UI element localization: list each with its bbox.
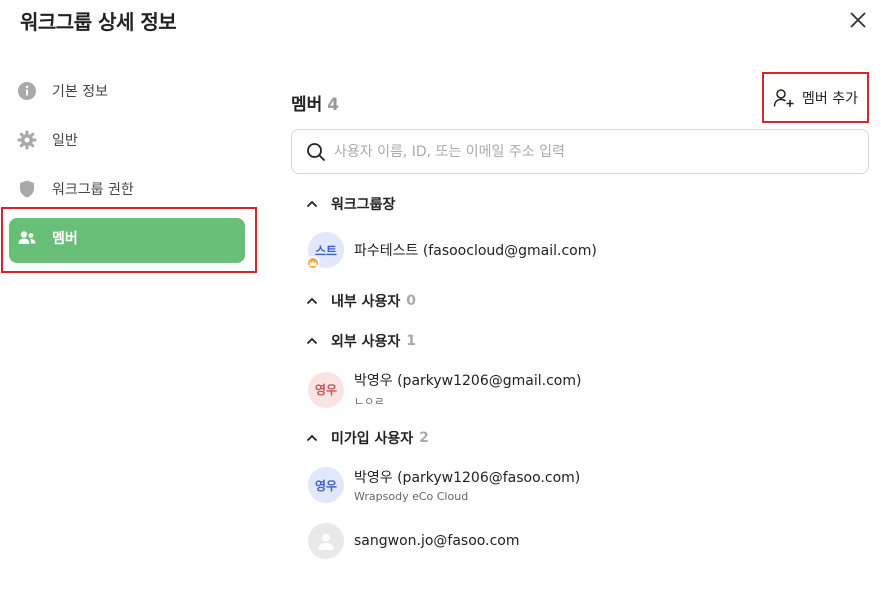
add-member-button[interactable]: 멤버 추가 (762, 72, 869, 123)
sidebar-item-permissions[interactable]: 워크그룹 권한 (0, 166, 260, 212)
sidebar-item-label: 워크그룹 권한 (52, 182, 134, 198)
group-count: 1 (406, 333, 417, 349)
close-icon (850, 12, 866, 28)
group-label: 워크그룹장 (331, 197, 396, 213)
member-row[interactable]: sangwon.jo@fasoo.com (308, 523, 519, 559)
member-subtitle: Wrapsody eCo Cloud (354, 490, 469, 503)
group-header-owner[interactable]: 워크그룹장 (305, 194, 395, 214)
search-input[interactable] (334, 143, 834, 160)
shield-icon (17, 179, 37, 199)
avatar-initials: 영우 (314, 478, 338, 493)
add-member-label: 멤버 추가 (802, 90, 858, 107)
group-count: 2 (419, 430, 429, 446)
avatar: 스트 (306, 232, 344, 270)
group-label: 내부 사용자 (331, 294, 401, 310)
sidebar-item-basic-info[interactable]: 기본 정보 (0, 68, 260, 114)
search-box[interactable] (291, 129, 869, 174)
avatar: 영우 (308, 371, 344, 408)
member-row[interactable]: 스트 파수테스트 (fasoocloud@gmail.com) (306, 232, 597, 270)
search-icon (307, 142, 326, 161)
highlight-box (1, 207, 257, 273)
member-name: 파수테스트 (fasoocloud@gmail.com) (354, 243, 597, 259)
info-icon (17, 81, 37, 101)
chevron-up-icon (306, 337, 318, 345)
crown-icon (306, 256, 320, 270)
group-header-unregistered[interactable]: 미가입 사용자 2 (305, 428, 429, 448)
member-name: sangwon.jo@fasoo.com (354, 533, 520, 549)
member-subtitle: ㄴㅇㄹ (354, 395, 385, 408)
members-icon (17, 228, 37, 248)
member-row[interactable]: 영우 박영우 (parkyw1206@gmail.com) ㄴㅇㄹ (308, 370, 581, 409)
sidebar-item-label: 멤버 (52, 231, 78, 247)
group-count: 0 (406, 293, 417, 309)
user-placeholder-icon (318, 533, 334, 550)
chevron-up-icon (306, 200, 318, 208)
group-header-external[interactable]: 외부 사용자 1 (305, 331, 416, 351)
dialog-title: 워크그룹 상세 정보 (20, 10, 177, 34)
avatar-initials: 스트 (314, 243, 338, 258)
member-name: 박영우 (parkyw1206@gmail.com) (354, 373, 582, 389)
sidebar-item-general[interactable]: 일반 (0, 117, 260, 163)
group-label: 미가입 사용자 (331, 431, 414, 447)
avatar: 영우 (308, 467, 344, 503)
member-name: 박영우 (parkyw1206@fasoo.com) (354, 470, 581, 486)
avatar-initials: 영우 (314, 383, 338, 397)
sidebar-item-label: 기본 정보 (52, 84, 108, 100)
sidebar-item-label: 일반 (52, 133, 78, 149)
chevron-up-icon (306, 297, 318, 305)
group-label: 외부 사용자 (331, 334, 401, 350)
add-user-icon (773, 88, 794, 107)
members-title: 멤버 4 (291, 90, 339, 115)
close-button[interactable] (846, 8, 870, 32)
avatar (308, 523, 344, 559)
group-header-internal[interactable]: 내부 사용자 0 (305, 291, 416, 311)
members-title-label: 멤버 (291, 95, 323, 115)
members-count: 4 (327, 95, 340, 115)
chevron-up-icon (306, 434, 318, 442)
member-row[interactable]: 영우 박영우 (parkyw1206@fasoo.com) Wrapsody e… (308, 467, 580, 503)
gear-icon (17, 130, 37, 150)
